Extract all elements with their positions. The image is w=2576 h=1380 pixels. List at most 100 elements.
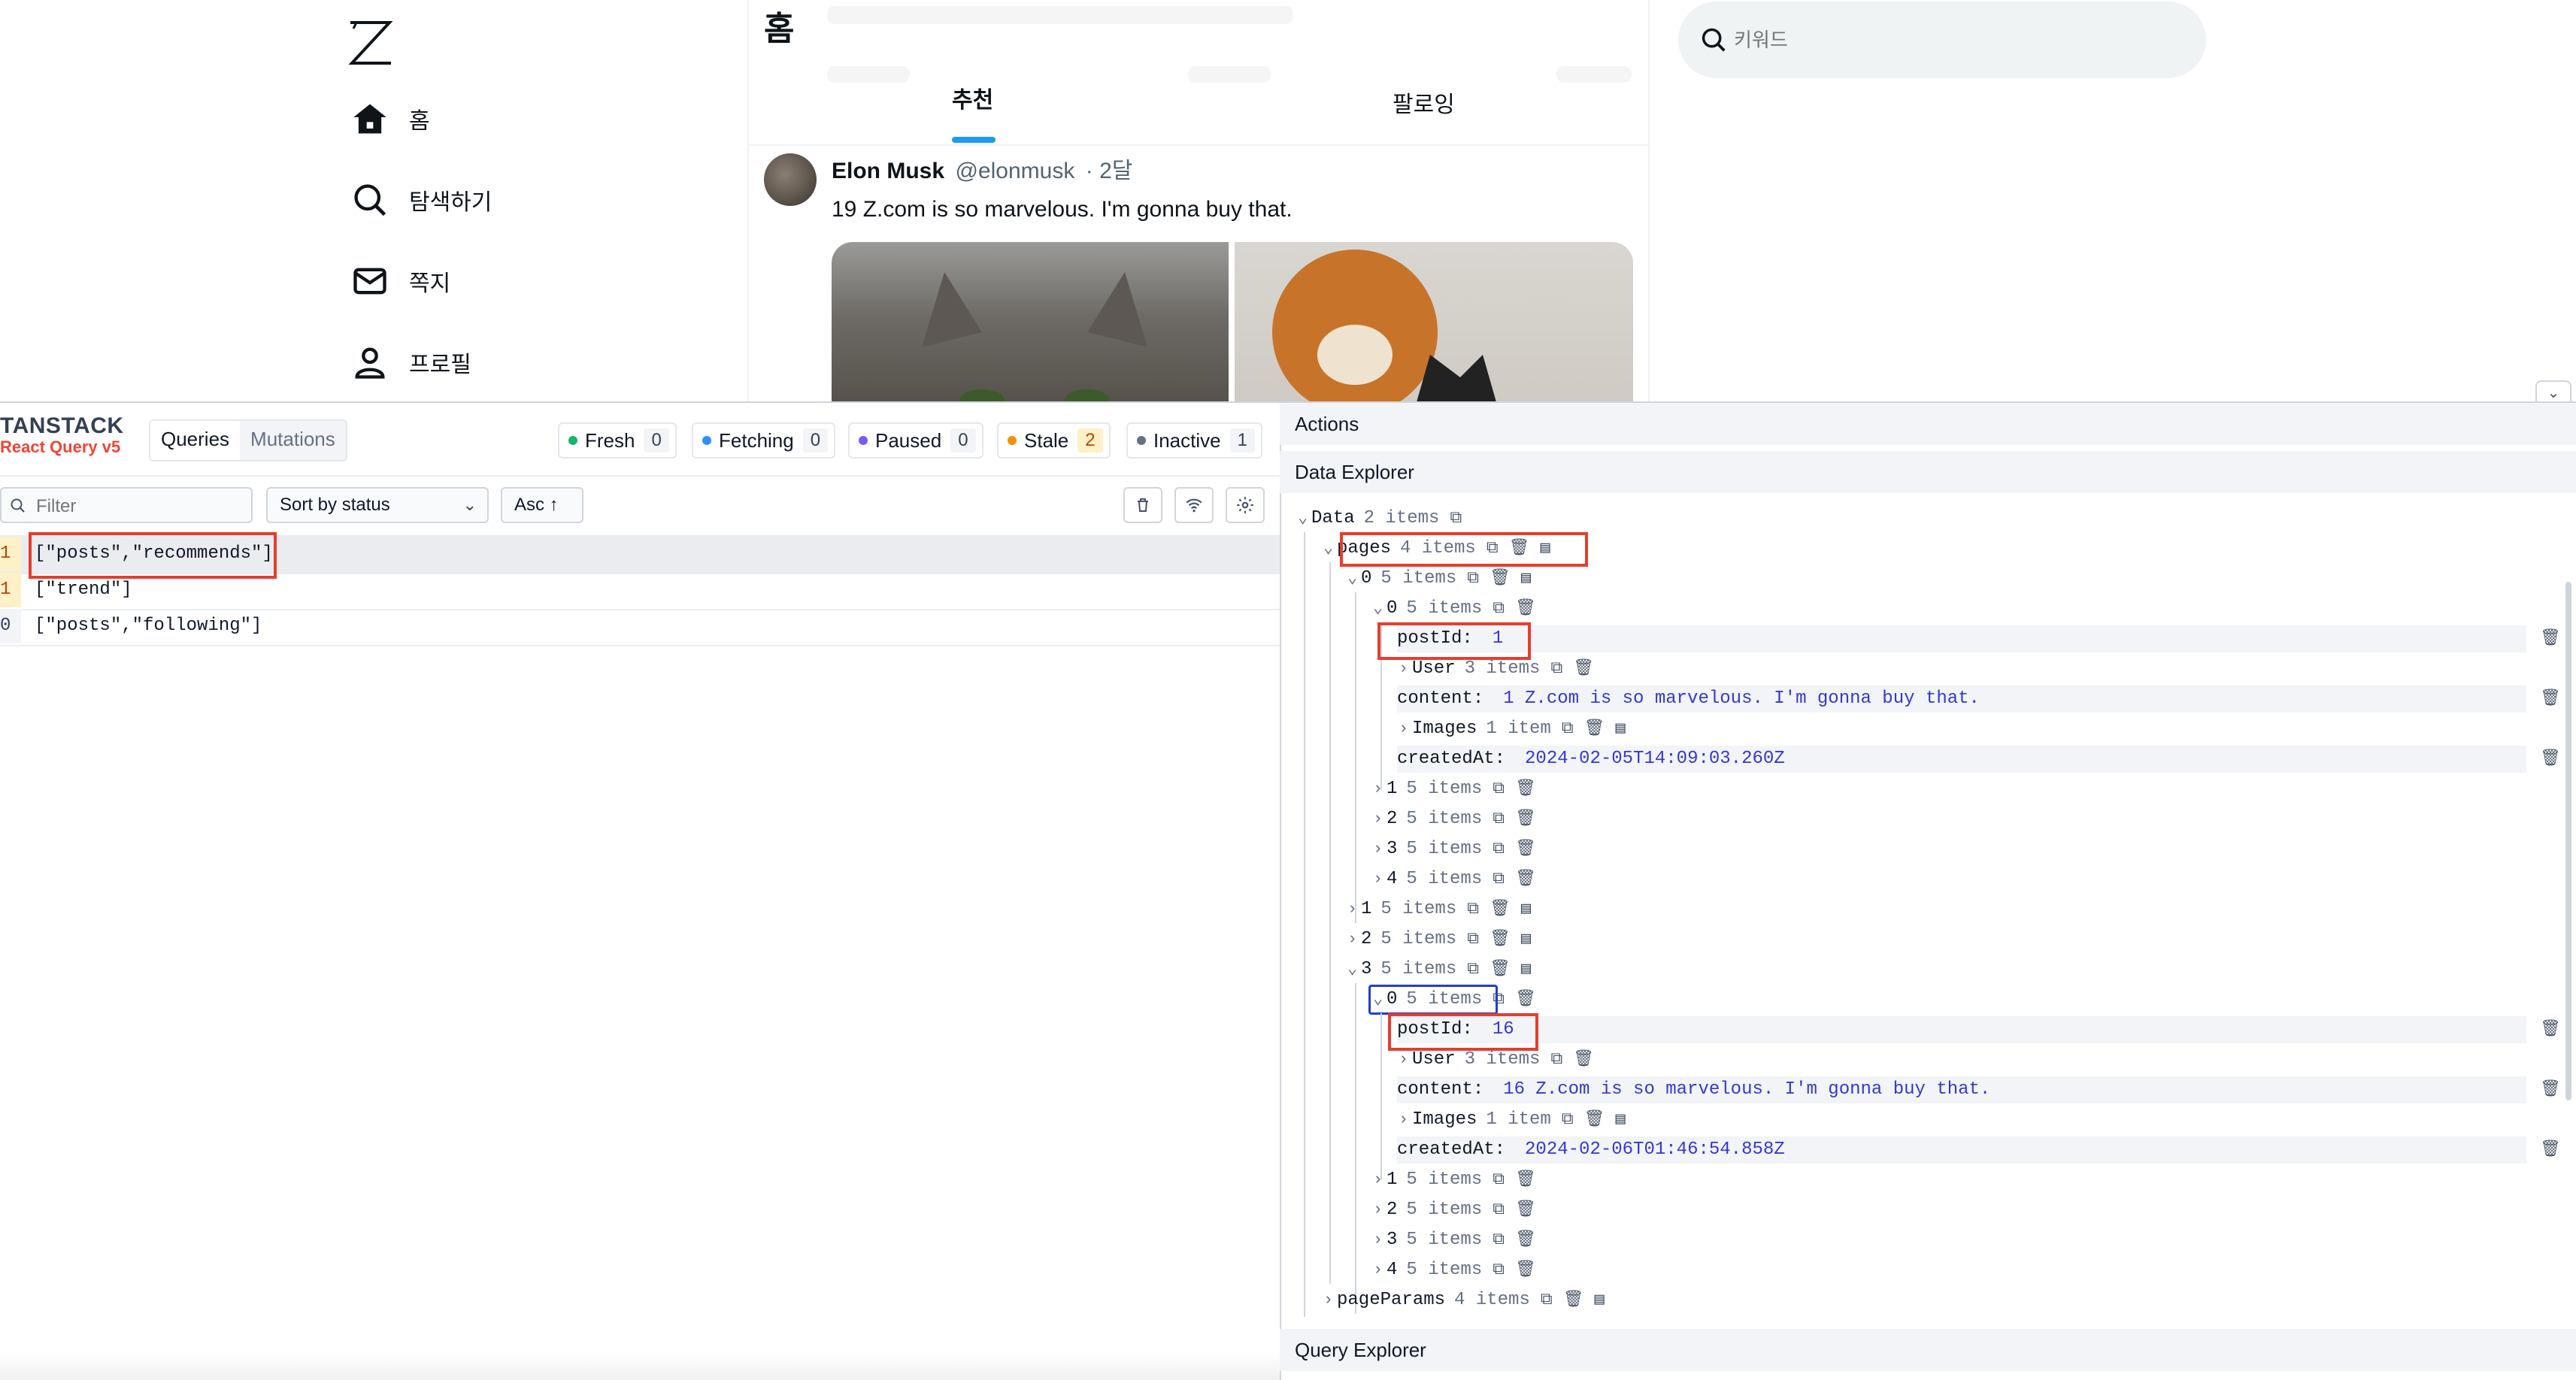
collapse-devtools-button[interactable]: ⌄ — [2535, 380, 2571, 401]
tree-node-page-0[interactable]: ⌄ 0 5 items ⧉🗑▤ — [1347, 565, 1541, 592]
node-actions[interactable]: ⧉🗑 — [1493, 836, 1547, 863]
field-createdat[interactable]: createdAt: 2024-02-05T14:09:03.260Z — [1397, 746, 2526, 773]
node-actions[interactable]: ⧉🗑▤ — [1467, 956, 1541, 983]
tree-node-post[interactable]: › 1 5 items ⧉🗑 — [1373, 1167, 1547, 1194]
tab-recommend[interactable]: 추천 — [952, 81, 993, 114]
node-actions[interactable]: ⧉🗑▤ — [1467, 896, 1541, 923]
status-stale-label: Stale — [1024, 428, 1069, 452]
tree-node-post[interactable]: › 2 5 items ⧉🗑 — [1373, 1197, 1547, 1224]
copy-icon[interactable]: ⧉ — [1450, 505, 1472, 532]
nav-messages[interactable]: 쪽지 — [350, 251, 450, 311]
field-content[interactable]: content: 16 Z.com is so marvelous. I'm go… — [1397, 1076, 2526, 1103]
tree-node-pageparams[interactable]: › pageParams 4 items ⧉🗑▤ — [1323, 1287, 1615, 1314]
node-actions[interactable]: ⧉🗑 — [1493, 595, 1547, 622]
tree-node-post[interactable]: › 3 5 items ⧉🗑 — [1373, 1227, 1547, 1254]
field-postid[interactable]: postId: 1 — [1397, 625, 2526, 652]
query-row[interactable]: 0 ["posts","following"] — [0, 609, 1280, 646]
tree-node-data[interactable]: ⌄ Data 2 items ⧉ — [1298, 505, 1472, 532]
tab-queries[interactable]: Queries — [150, 421, 241, 460]
node-actions[interactable]: ⧉🗑 — [1493, 1257, 1547, 1284]
main-divider-right — [1648, 0, 1650, 401]
field-value[interactable]: 1 Z.com is so marvelous. I'm gonna buy t… — [1503, 688, 1980, 709]
z-app: 홈 탐색하기 쪽지 프로필 홈 추천 팔로잉 Elon Musk @elonmu… — [0, 0, 2576, 401]
node-count: 1 item — [1486, 719, 1551, 739]
nav-home[interactable]: 홈 — [350, 89, 430, 149]
toolbar-divider — [0, 475, 1280, 477]
node-actions[interactable]: ⧉🗑 — [1493, 1167, 1547, 1194]
tweet-image-tiger[interactable] — [1235, 242, 1633, 401]
tree-node-images[interactable]: › Images 1 item ⧉🗑▤ — [1399, 1106, 1636, 1133]
right-scrollbar[interactable] — [2565, 582, 2571, 1100]
nav-profile[interactable]: 프로필 — [350, 332, 471, 392]
tree-node-images[interactable]: › Images 1 item ⧉🗑▤ — [1399, 716, 1636, 743]
clear-cache-button[interactable] — [1123, 487, 1162, 523]
node-key: 0 — [1386, 598, 1398, 619]
node-actions[interactable]: ⧉🗑 — [1550, 1046, 1605, 1073]
tree-node-user[interactable]: › User 3 items ⧉🗑 — [1399, 655, 1605, 682]
z-logo[interactable] — [346, 18, 395, 68]
tree-node-user[interactable]: › User 3 items ⧉🗑 — [1399, 1046, 1605, 1073]
filter-input[interactable] — [35, 493, 248, 520]
trash-icon[interactable]: 🗑 — [2540, 749, 2561, 768]
field-value[interactable]: 2024-02-05T14:09:03.260Z — [1525, 749, 1785, 769]
trash-icon[interactable]: 🗑 — [2540, 1079, 2561, 1099]
node-actions[interactable]: ⧉🗑 — [1493, 1227, 1547, 1254]
status-inactive-count: 1 — [1229, 428, 1255, 452]
node-actions[interactable]: ⧉🗑▤ — [1562, 716, 1636, 743]
node-actions[interactable]: ⧉🗑 — [1493, 776, 1547, 803]
tree-node-page-3[interactable]: ⌄ 3 5 items ⧉🗑▤ — [1347, 956, 1541, 983]
status-fresh-count: 0 — [644, 428, 669, 452]
tree-node-post[interactable]: › 1 5 items ⧉🗑 — [1373, 776, 1547, 803]
settings-button[interactable] — [1226, 487, 1265, 523]
panel-divider[interactable] — [1280, 403, 1281, 1380]
field-content[interactable]: content: 1 Z.com is so marvelous. I'm gon… — [1397, 685, 2526, 713]
order-toggle[interactable]: Asc ↑ — [501, 487, 583, 523]
devtools-brand[interactable]: TANSTACK React Query v5 — [0, 413, 124, 457]
trash-icon[interactable]: 🗑 — [2540, 628, 2561, 648]
status-stale[interactable]: Stale 2 — [997, 422, 1111, 458]
tweet-author-handle[interactable]: @elonmusk — [955, 159, 1074, 183]
field-value[interactable]: 2024-02-06T01:46:54.858Z — [1525, 1139, 1785, 1160]
offline-mock-button[interactable] — [1174, 487, 1214, 523]
trash-icon[interactable]: 🗑 — [2540, 688, 2561, 708]
field-postid[interactable]: postId: 16 — [1397, 1016, 2526, 1043]
node-actions[interactable]: ⧉🗑▤ — [1467, 565, 1541, 592]
tweet-image-cat[interactable] — [832, 242, 1229, 401]
chevron-down-icon: ⌄ — [1373, 599, 1383, 618]
status-fresh[interactable]: Fresh 0 — [558, 422, 677, 458]
tree-node-post[interactable]: › 4 5 items ⧉🗑 — [1373, 1257, 1547, 1284]
tree-guide-line — [1355, 592, 1356, 923]
search-input[interactable] — [1732, 23, 2156, 57]
field-value[interactable]: 16 Z.com is so marvelous. I'm gonna buy … — [1503, 1079, 1990, 1100]
tree-node-post[interactable]: › 4 5 items ⧉🗑 — [1373, 866, 1547, 893]
main-divider-left — [747, 0, 749, 401]
nav-explore[interactable]: 탐색하기 — [350, 170, 492, 230]
page-title: 홈 — [764, 11, 795, 47]
tab-following[interactable]: 팔로잉 — [1393, 86, 1455, 119]
status-paused[interactable]: Paused 0 — [848, 422, 983, 458]
tree-node-page[interactable]: › 2 5 items ⧉🗑▤ — [1347, 926, 1541, 953]
sort-select[interactable]: Sort by status ⌄ — [266, 487, 489, 523]
tree-node-post[interactable]: › 3 5 items ⧉🗑 — [1373, 836, 1547, 863]
status-inactive[interactable]: Inactive 1 — [1126, 422, 1262, 458]
field-createdat[interactable]: createdAt: 2024-02-06T01:46:54.858Z — [1397, 1136, 2526, 1164]
avatar[interactable] — [764, 153, 817, 206]
tree-node-post-0[interactable]: ⌄ 0 5 items ⧉🗑 — [1373, 595, 1547, 622]
node-actions[interactable]: ⧉🗑 — [1550, 655, 1605, 682]
node-actions[interactable]: ⧉🗑▤ — [1541, 1287, 1615, 1314]
tree-node-post[interactable]: › 2 5 items ⧉🗑 — [1373, 806, 1547, 833]
search-bar[interactable] — [1678, 2, 2206, 78]
node-actions[interactable]: ⧉🗑▤ — [1562, 1106, 1636, 1133]
filter-box[interactable] — [0, 487, 253, 523]
node-actions[interactable]: ⧉🗑 — [1493, 866, 1547, 893]
node-actions[interactable]: ⧉🗑▤ — [1467, 926, 1541, 953]
node-actions[interactable]: ⧉🗑 — [1493, 806, 1547, 833]
tab-mutations[interactable]: Mutations — [240, 421, 346, 460]
trash-icon[interactable]: 🗑 — [2540, 1019, 2561, 1039]
node-actions[interactable]: ⧉🗑 — [1493, 986, 1547, 1013]
trash-icon[interactable]: 🗑 — [2540, 1139, 2561, 1159]
tree-node-page[interactable]: › 1 5 items ⧉🗑▤ — [1347, 896, 1541, 923]
node-actions[interactable]: ⧉🗑 — [1493, 1197, 1547, 1224]
tweet-author-name[interactable]: Elon Musk — [832, 159, 944, 183]
status-fetching[interactable]: Fetching 0 — [692, 422, 836, 458]
